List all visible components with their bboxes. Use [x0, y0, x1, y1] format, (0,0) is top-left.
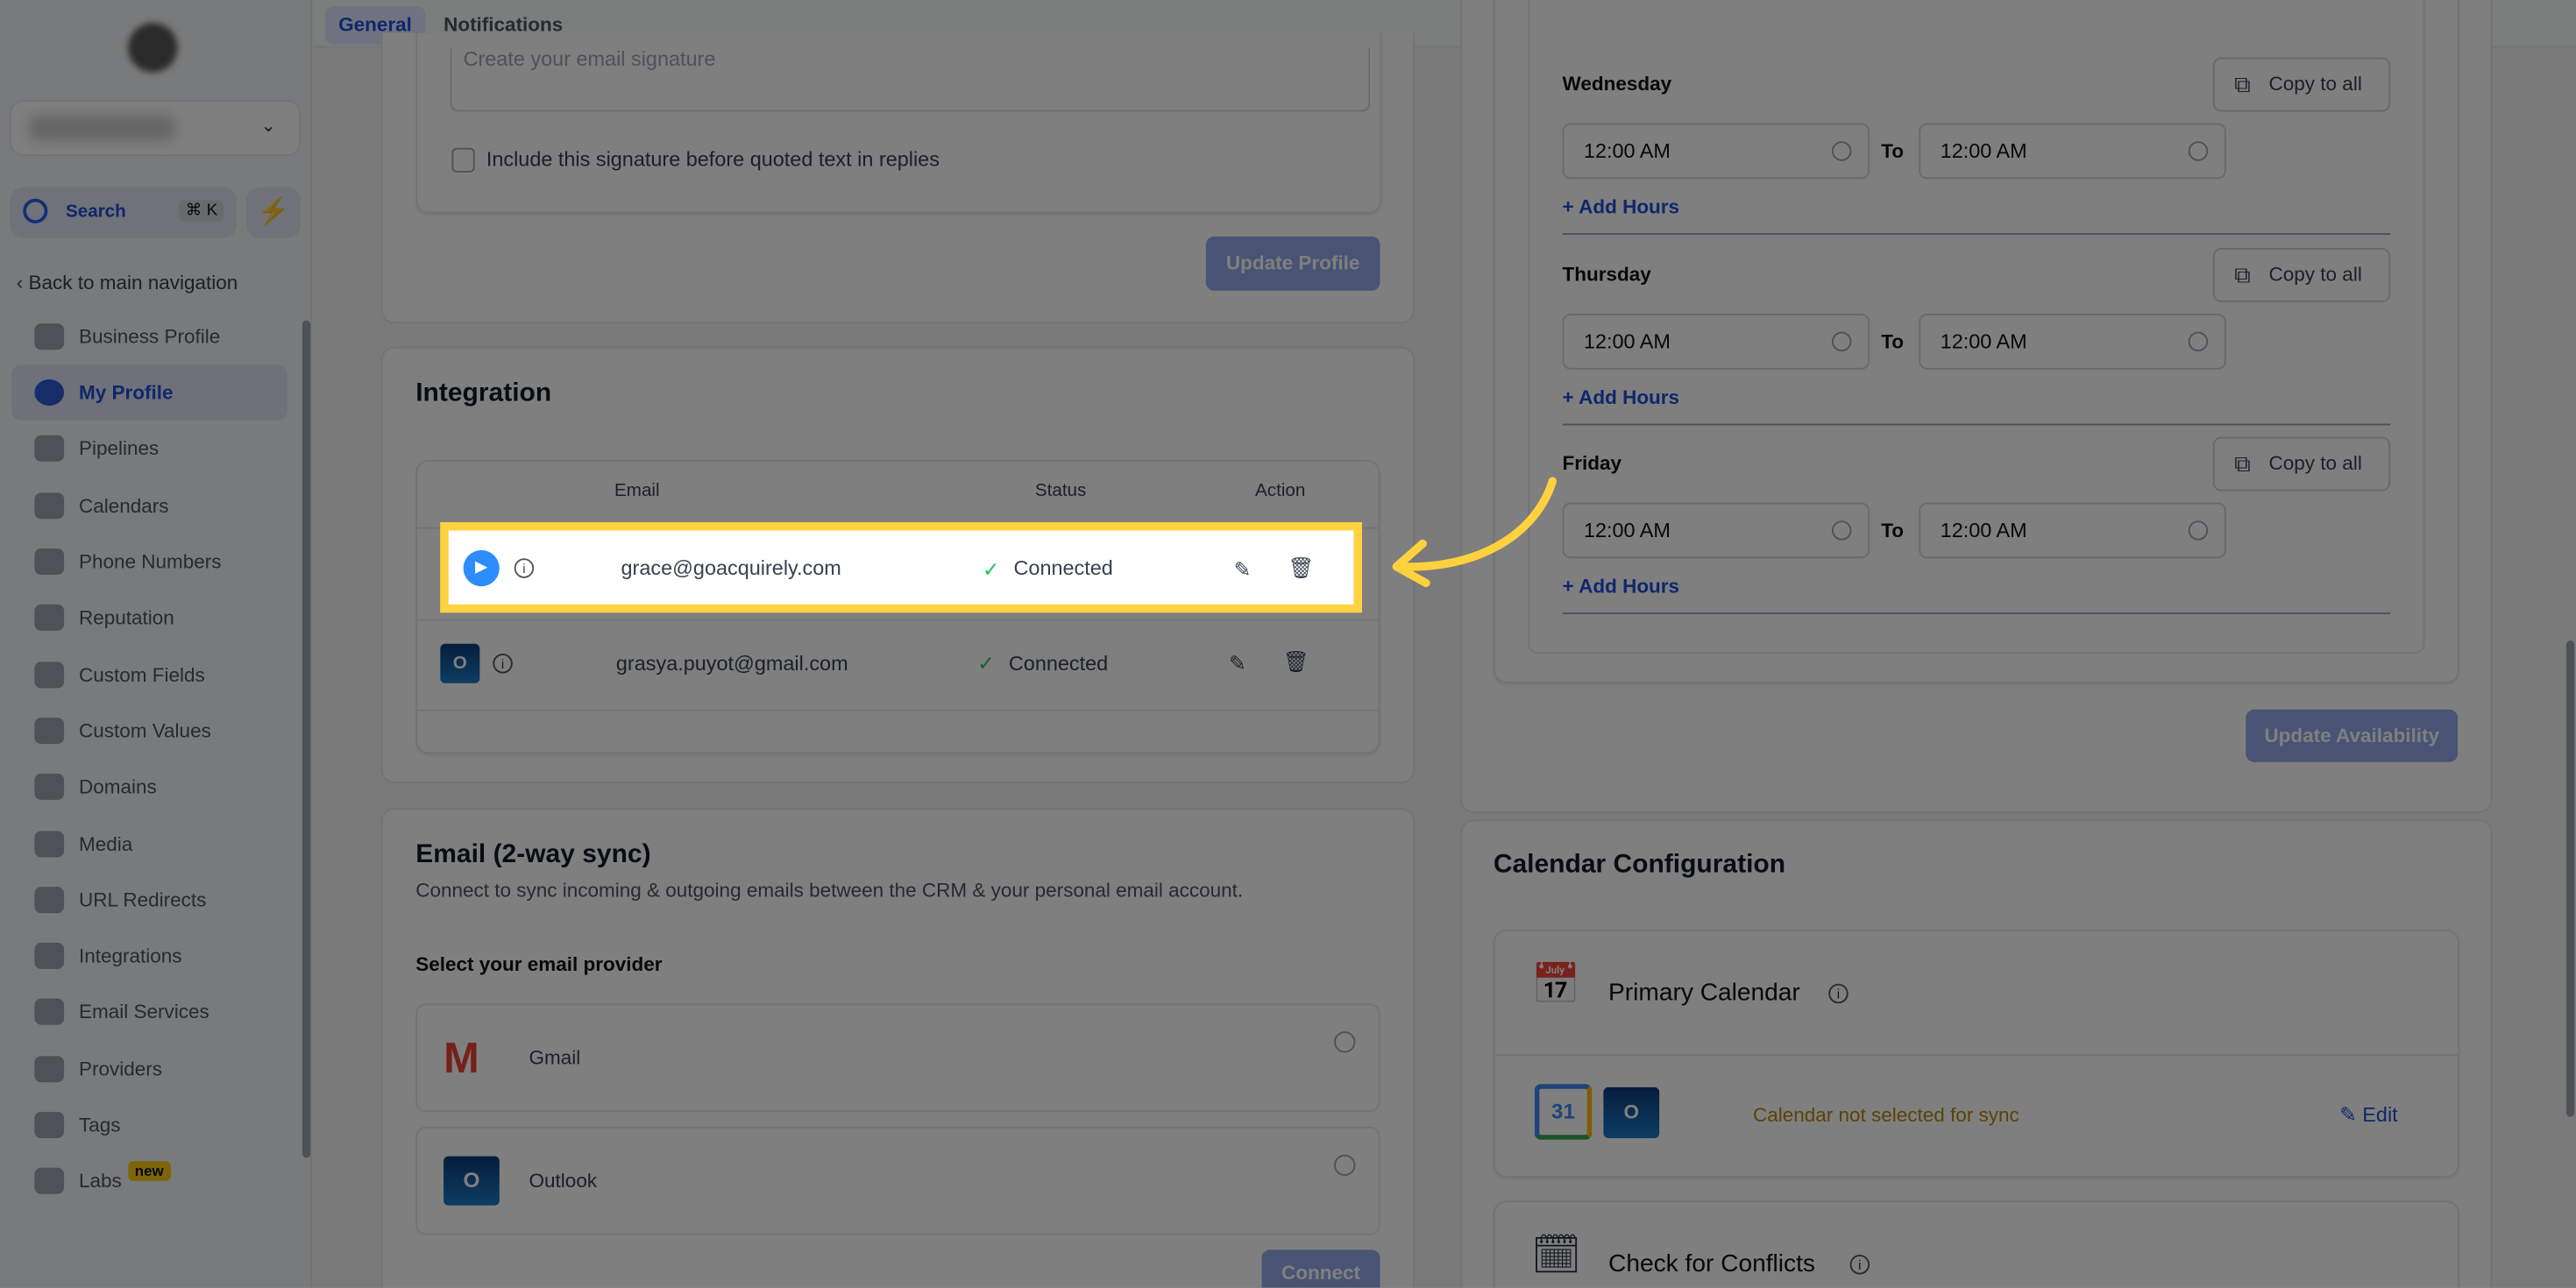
status-badge: Connected — [1013, 556, 1113, 580]
trash-icon[interactable]: 🗑 — [1288, 556, 1315, 580]
highlighted-integration-row: ▶ i grace@goacquirely.com ✓ Connected ✎ … — [440, 522, 1362, 613]
zoom-icon: ▶ — [463, 549, 500, 587]
info-icon[interactable]: i — [514, 558, 535, 578]
dim-overlay — [0, 0, 2576, 1288]
pointer-arrow — [1392, 477, 1557, 588]
check-badge-icon: ✓ — [982, 557, 1000, 581]
integration-email: grace@goacquirely.com — [621, 556, 841, 580]
table-row: ▶ i grace@goacquirely.com ✓ Connected ✎ … — [463, 547, 1359, 590]
edit-icon[interactable]: ✎ — [1234, 556, 1252, 580]
